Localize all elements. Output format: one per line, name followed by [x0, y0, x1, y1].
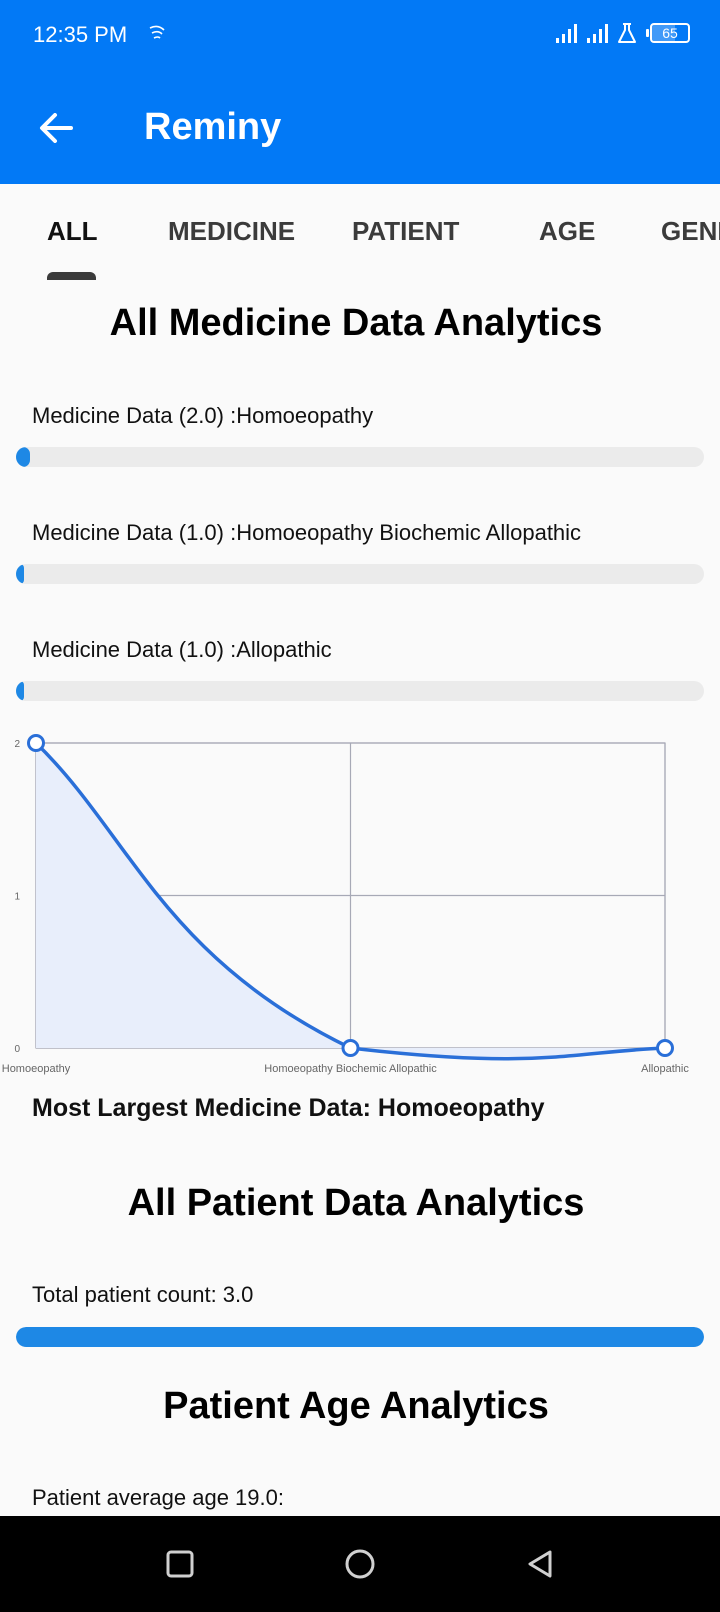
back-button[interactable]	[34, 106, 78, 150]
progress-fill	[16, 447, 30, 467]
medicine-progress-bar	[16, 681, 704, 701]
data-point	[27, 734, 45, 752]
status-time: 12:35 PM	[33, 22, 128, 47]
progress-fill	[16, 564, 24, 584]
app-bar: 12:35 PM 65 Reminy	[0, 0, 720, 184]
tab-all[interactable]: ALL	[47, 216, 98, 247]
medicine-line-chart: 0 1 2 Homoeopathy Homoeopathy Biochemic Allo…	[2, 734, 689, 1075]
tab-age[interactable]: AGE	[539, 216, 595, 247]
lab-icon	[618, 23, 636, 43]
tab-patient[interactable]: PATIENT	[352, 216, 459, 247]
average-age-label: Patient average age 19.0:	[32, 1485, 284, 1510]
back-triangle-icon[interactable]	[520, 1544, 560, 1584]
largest-medicine-text: Most Largest Medicine Data: Homoeopathy	[32, 1094, 545, 1122]
recents-square-icon[interactable]	[160, 1544, 200, 1584]
medicine-stat-label: Medicine Data (1.0) :Homoeopathy Biochem…	[32, 520, 582, 545]
status-icons: 65	[555, 22, 690, 44]
data-point	[341, 1039, 360, 1057]
y-tick-label: 1	[14, 892, 20, 903]
tab-bar: ALL MEDICINE PATIENT AGE GENDER	[0, 184, 720, 280]
home-circle-icon[interactable]	[340, 1544, 380, 1584]
app-title: Reminy	[144, 106, 282, 148]
y-tick-label: 0	[14, 1044, 20, 1055]
age-section-title: Patient Age Analytics	[163, 1385, 549, 1427]
signal-icon	[556, 24, 577, 43]
tab-medicine[interactable]: MEDICINE	[168, 216, 295, 247]
patient-count-label: Total patient count: 3.0	[32, 1282, 254, 1307]
signal-icon	[587, 24, 608, 43]
medicine-section-title: All Medicine Data Analytics	[109, 302, 603, 344]
medicine-progress-bar	[16, 564, 704, 584]
arrow-left-icon	[40, 113, 73, 143]
cast-icon	[149, 25, 165, 39]
y-tick-label: 2	[14, 739, 20, 750]
patient-progress-bar	[16, 1327, 704, 1347]
system-nav-bar	[0, 1516, 720, 1612]
data-point	[656, 1039, 674, 1057]
x-tick-label: Homoeopathy Biochemic Allopathic	[264, 1063, 437, 1075]
x-tick-label: Homoeopathy	[2, 1063, 71, 1075]
tab-gender[interactable]: GENDER	[661, 216, 720, 247]
x-tick-label: Allopathic	[641, 1063, 689, 1075]
tab-indicator	[47, 272, 96, 280]
medicine-stat-label: Medicine Data (1.0) :Allopathic	[32, 637, 332, 662]
patient-section-title: All Patient Data Analytics	[127, 1182, 585, 1224]
battery-icon: 65	[646, 23, 690, 43]
medicine-stat-label: Medicine Data (2.0) :Homoeopathy	[32, 403, 374, 428]
progress-fill	[16, 1327, 704, 1347]
progress-fill	[16, 681, 24, 701]
battery-level: 65	[662, 25, 678, 41]
medicine-progress-bar	[16, 447, 704, 467]
